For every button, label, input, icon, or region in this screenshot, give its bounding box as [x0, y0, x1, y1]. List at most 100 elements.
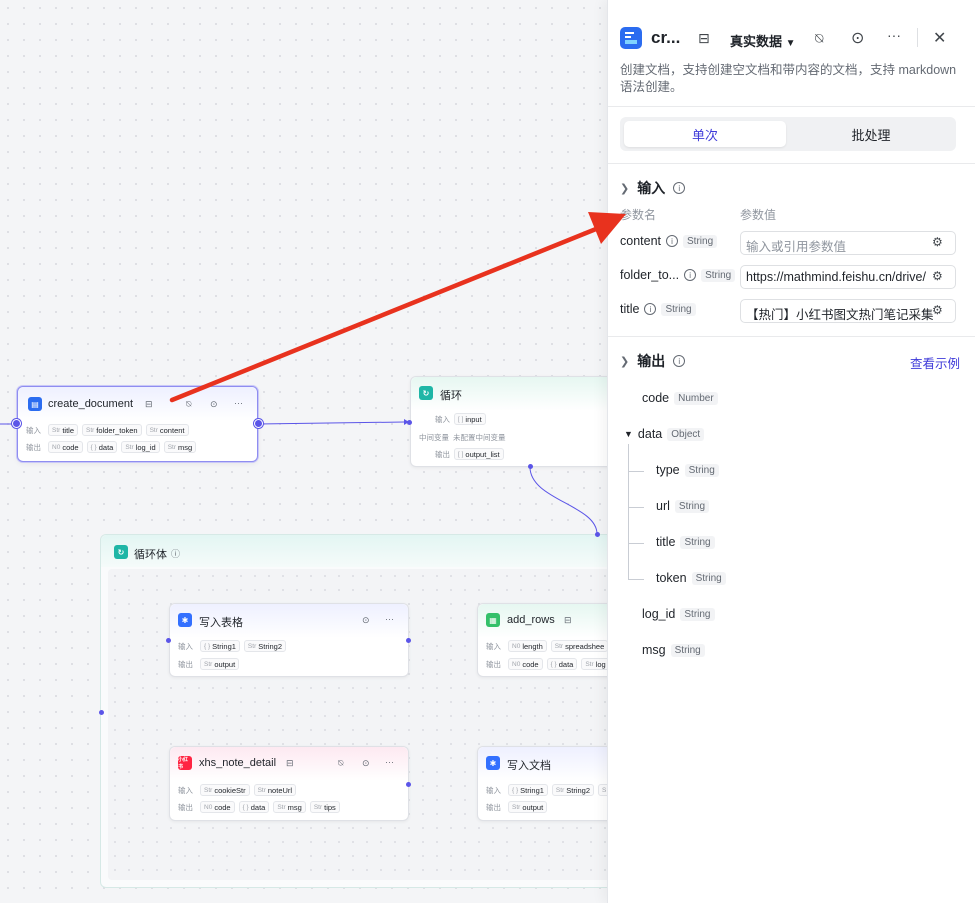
param-folder-token: folder_to... i String [620, 268, 736, 282]
node-detail-panel: cr... ⊟ 真实数据 ▼ ⍉ ⊙ ··· ✕ 创建文档，支持创建空文档和带内… [607, 0, 975, 903]
tab-batch[interactable]: 批处理 [790, 121, 952, 147]
node-loop[interactable]: ↻ 循环 输入 [ ] input 中间变量 未配置中间变量 输出 [ ] outp… [410, 376, 620, 467]
node-outputs: 输出 Str output [178, 657, 240, 671]
mode-tabs: 单次 批处理 [620, 117, 956, 151]
chevron-down-icon: ❯ [620, 182, 630, 195]
col-param-value: 参数值 [740, 208, 777, 222]
node-title: 写入文档 [507, 760, 551, 772]
save-icon[interactable]: ⊟ [698, 30, 710, 47]
more-icon[interactable]: ··· [234, 398, 243, 408]
loop-icon: ↻ [419, 386, 433, 400]
run-icon[interactable]: ⊙ [362, 615, 370, 626]
save-icon[interactable]: ⊟ [145, 399, 153, 410]
loop-body-container[interactable]: ↻ 循环体 ⓘ [100, 534, 620, 888]
gear-icon[interactable]: ⚙ [932, 235, 969, 249]
content-input[interactable]: 输入或引用参数值 [740, 231, 956, 255]
title-input[interactable]: 【热门】小红书图文热门笔记采集 [740, 299, 956, 323]
node-write-table[interactable]: ✱ 写入表格 ⊙ ··· 输入 { } String1 Str String2 输出… [169, 603, 409, 677]
edge-loop-to-body [529, 466, 598, 535]
folder-token-input[interactable]: https://mathmind.feishu.cn/drive/ [740, 265, 956, 289]
node-write-doc[interactable]: ✱ 写入文档 输入 { } String1 Str String2 S 输出 Str… [477, 746, 620, 821]
doc-icon: ▤ [28, 397, 42, 411]
node-title: add_rows [507, 614, 555, 626]
node-outputs: 输出 Str output [486, 800, 548, 814]
more-icon[interactable]: ··· [385, 757, 394, 767]
node-title: create_document [48, 398, 133, 410]
code-icon: ✱ [486, 756, 500, 770]
close-icon[interactable]: ✕ [933, 28, 946, 48]
node-create-document[interactable]: ▤ create_document ⊟ ⍉ ⊙ ··· 输入 Str title … [17, 386, 258, 462]
output-field-code: code Number [642, 391, 718, 405]
info-icon: i [666, 235, 679, 247]
bell-off-icon[interactable]: ⍉ [815, 30, 823, 47]
bell-off-icon[interactable]: ⍉ [338, 758, 343, 769]
node-title: 循环 [440, 390, 462, 402]
node-inputs: 输入 N0 length Str spreadshee [486, 639, 609, 653]
tree-line [628, 444, 629, 579]
save-icon[interactable]: ⊟ [286, 758, 294, 769]
edge-create-to-loop [257, 421, 405, 425]
output-field-msg: msg String [642, 643, 705, 657]
col-param-name: 参数名 [620, 208, 657, 222]
gear-icon[interactable]: ⚙ [932, 303, 969, 317]
output-field-log-id: log_id String [642, 607, 715, 621]
output-section-header[interactable]: ❯ 输出 i [620, 351, 686, 371]
loop-input-port[interactable] [407, 420, 412, 425]
output-port[interactable] [406, 638, 411, 643]
node-inputs: 输入 Str title Str folder_token Str content [26, 423, 189, 437]
data-mode-dropdown[interactable]: 真实数据 ▼ [730, 31, 796, 50]
gear-icon[interactable]: ⚙ [932, 269, 969, 283]
node-add-rows[interactable]: ▦ add_rows ⊟ 输入 N0 length Str spreadshee 输… [477, 603, 620, 677]
tab-single[interactable]: 单次 [624, 121, 786, 147]
node-xhs-note-detail[interactable]: 小红书 xhs_note_detail ⊟ ⍉ ⊙ ··· 输入 Str cook… [169, 746, 409, 821]
loop-body-start-port[interactable] [99, 710, 104, 715]
input-section-header[interactable]: ❯ 输入 i [620, 178, 686, 198]
node-outputs: 输出 N0 code { } data Str log [486, 657, 610, 671]
loop-input-row: 输入 [ ] input [435, 412, 486, 426]
loop-body-port[interactable] [528, 464, 533, 469]
panel-title: cr... [651, 28, 681, 47]
output-port[interactable] [406, 782, 411, 787]
node-inputs: 输入 Str cookieStr Str noteUrl [178, 783, 297, 797]
run-icon[interactable]: ⊙ [362, 758, 370, 769]
output-field-title: title String [656, 535, 715, 549]
header-divider [917, 28, 918, 47]
caret-down-icon: ▼ [785, 38, 796, 49]
output-port[interactable] [254, 419, 263, 428]
more-icon[interactable]: ··· [385, 614, 394, 624]
run-icon[interactable]: ⊙ [210, 399, 218, 410]
output-field-type: type String [656, 463, 719, 477]
output-field-url: url String [656, 499, 710, 513]
info-icon: i [673, 355, 686, 367]
xhs-logo-icon: 小红书 [178, 756, 192, 770]
caret-down-icon: ▼ [624, 429, 633, 439]
loop-mid-row: 中间变量 未配置中间变量 [419, 432, 506, 442]
workflow-canvas[interactable]: ▤ create_document ⊟ ⍉ ⊙ ··· 输入 Str title … [0, 0, 620, 903]
node-outputs: 输出 N0 code { } data Str msg Str tips [178, 800, 340, 814]
sheet-icon: ▦ [486, 613, 500, 627]
loop-body-title: 循环体 [134, 549, 167, 561]
node-inputs: 输入 { } String1 Str String2 S [486, 783, 611, 797]
loop-icon: ↻ [114, 545, 128, 559]
output-field-data[interactable]: ▼ data Object [624, 427, 705, 441]
node-outputs: 输出 N0 code { } data Str log_id Str msg [26, 440, 197, 454]
output-field-token: token String [656, 571, 726, 585]
input-port[interactable] [12, 419, 21, 428]
info-icon: i [644, 303, 657, 315]
panel-description: 创建文档，支持创建空文档和带内容的文档，支持 markdown 语法创建。 [620, 63, 957, 94]
doc-icon [620, 27, 642, 49]
input-port[interactable] [166, 638, 171, 643]
param-content: content i String [620, 234, 718, 248]
view-example-link[interactable]: 查看示例 [910, 353, 960, 372]
run-icon[interactable]: ⊙ [851, 28, 864, 48]
more-icon[interactable]: ··· [887, 27, 901, 43]
chevron-down-icon: ❯ [620, 355, 630, 368]
bell-off-icon[interactable]: ⍉ [186, 399, 191, 410]
param-title: title i String [620, 302, 696, 316]
node-inputs: 输入 { } String1 Str String2 [178, 639, 286, 653]
node-title: 写入表格 [199, 617, 243, 629]
save-icon[interactable]: ⊟ [564, 615, 572, 626]
info-icon: i [673, 182, 686, 194]
loop-body-end-port[interactable] [595, 532, 600, 537]
node-title: xhs_note_detail [199, 757, 277, 769]
